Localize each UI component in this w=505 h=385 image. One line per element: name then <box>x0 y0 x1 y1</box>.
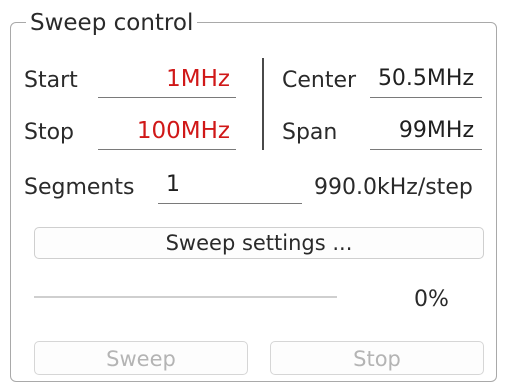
span-field[interactable]: 99MHz <box>370 114 482 150</box>
group-title: Sweep control <box>26 8 198 38</box>
sweep-button[interactable]: Sweep <box>34 341 248 375</box>
start-label: Start <box>24 68 78 93</box>
center-label: Center <box>282 68 357 93</box>
divider <box>262 58 264 150</box>
segments-field[interactable]: 1 <box>158 168 302 204</box>
stop-button[interactable]: Stop <box>270 341 484 375</box>
span-label: Span <box>282 120 338 145</box>
progress-percent: 0% <box>414 287 449 312</box>
start-field[interactable]: 1MHz <box>98 62 236 98</box>
sweep-settings-button[interactable]: Sweep settings ... <box>34 227 484 259</box>
center-field[interactable]: 50.5MHz <box>370 62 482 98</box>
stop-label: Stop <box>24 120 75 145</box>
progress-bar <box>34 296 337 298</box>
stop-field[interactable]: 100MHz <box>98 114 236 150</box>
step-size-text: 990.0kHz/step <box>314 175 473 200</box>
segments-label: Segments <box>24 175 135 200</box>
